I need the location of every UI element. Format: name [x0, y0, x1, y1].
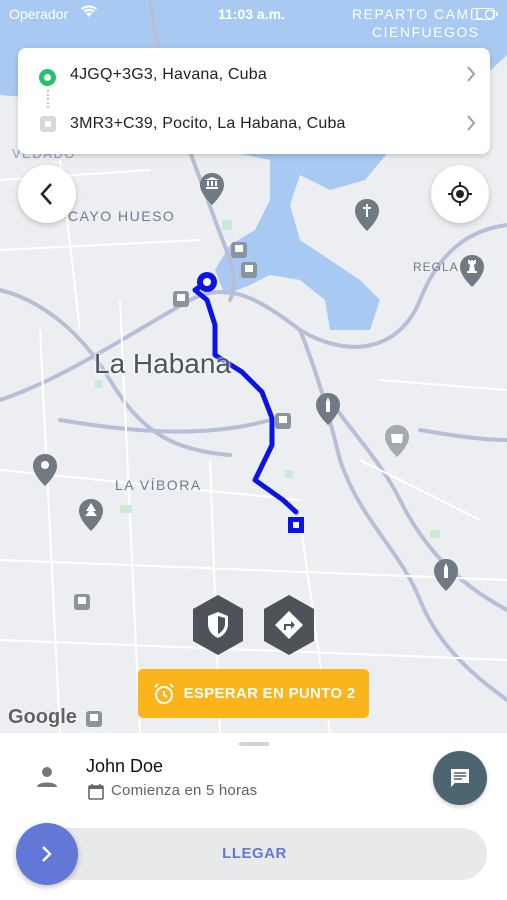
route-card: 4JGQ+3G3, Havana, Cuba 3MR3+C39, Pocito,…	[18, 48, 490, 154]
wait-button-label: ESPERAR EN PUNTO 2	[183, 685, 356, 702]
my-location-button[interactable]	[431, 165, 489, 223]
route-end-marker-icon	[288, 517, 304, 533]
monument-pin-icon[interactable]	[433, 558, 459, 592]
map-label-la-vibora: LA VÍBORA	[115, 477, 202, 493]
monument-pin-icon[interactable]	[315, 392, 341, 426]
back-button[interactable]	[18, 165, 76, 223]
chevron-right-icon	[467, 66, 476, 82]
chat-icon	[451, 769, 469, 787]
start-time-text: Comienza en 5 horas	[111, 782, 258, 799]
route-start-marker-icon	[197, 272, 217, 292]
museum-pin-icon[interactable]	[199, 172, 225, 206]
safety-button[interactable]	[191, 594, 245, 656]
status-time: 11:03 a.m.	[218, 6, 285, 22]
map-label-regla: REGLA	[413, 260, 459, 274]
chat-button[interactable]	[433, 751, 487, 805]
chevron-right-icon	[42, 846, 52, 862]
destination-square-icon	[40, 116, 56, 132]
arrive-slider-track[interactable]: LLEGAR	[22, 828, 487, 880]
calendar-icon	[88, 784, 104, 800]
crosshair-icon	[448, 182, 472, 206]
chevron-right-icon	[467, 115, 476, 131]
battery-icon	[471, 8, 498, 20]
person-icon	[37, 767, 57, 787]
bus-stop-icon	[74, 594, 90, 610]
bus-stop-icon	[241, 262, 257, 278]
shopping-pin-icon[interactable]	[384, 424, 410, 458]
bus-stop-icon	[173, 291, 189, 307]
wifi-icon	[81, 5, 97, 17]
origin-row[interactable]: 4JGQ+3G3, Havana, Cuba	[18, 48, 490, 100]
google-attribution: Google	[8, 706, 77, 728]
bus-stop-icon	[275, 413, 291, 429]
origin-dot-icon	[39, 69, 56, 86]
map-city-label: La Habana	[94, 348, 232, 379]
church-pin-icon[interactable]	[354, 198, 380, 232]
directions-button[interactable]	[262, 594, 316, 656]
wait-at-point-button[interactable]: ESPERAR EN PUNTO 2	[138, 669, 369, 718]
place-pin-icon[interactable]	[32, 453, 58, 487]
driver-name: John Doe	[86, 756, 164, 776]
sheet-handle[interactable]	[239, 742, 269, 746]
bus-stop-icon	[231, 242, 247, 258]
status-bar: Operador 11:03 a.m.	[0, 0, 507, 30]
alarm-clock-icon	[153, 682, 174, 704]
bottom-sheet: John Doe Comienza en 5 horas LLEGAR	[0, 733, 507, 900]
arrive-slider-thumb[interactable]	[16, 823, 78, 885]
chess-pin-icon[interactable]	[459, 254, 485, 288]
map-label-cayo-hueso: CAYO HUESO	[68, 208, 176, 224]
arrive-slider-label: LLEGAR	[222, 845, 287, 862]
origin-address: 4JGQ+3G3, Havana, Cuba	[70, 66, 267, 83]
destination-address: 3MR3+C39, Pocito, La Habana, Cuba	[70, 115, 346, 132]
park-pin-icon[interactable]	[78, 498, 104, 532]
bus-stop-icon	[86, 711, 102, 727]
chevron-left-icon	[40, 183, 52, 205]
destination-row[interactable]: 3MR3+C39, Pocito, La Habana, Cuba	[18, 100, 490, 152]
carrier-name: Operador	[9, 6, 69, 22]
